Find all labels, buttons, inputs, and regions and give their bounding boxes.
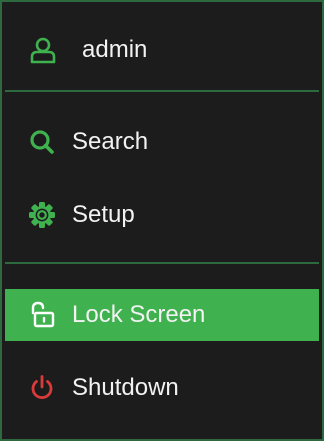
- username-label: admin: [82, 36, 148, 63]
- search-icon: [28, 128, 56, 156]
- menu-item-setup[interactable]: Setup: [5, 190, 319, 240]
- menu-divider: [5, 90, 319, 92]
- menu-divider: [5, 262, 319, 264]
- menu-item-label: Shutdown: [72, 374, 179, 401]
- menu-item-label: Lock Screen: [72, 301, 206, 328]
- user-icon: [29, 36, 57, 64]
- menu-item-lock-screen[interactable]: Lock Screen: [5, 289, 319, 341]
- context-menu: admin Search Setup Lock Screen Shutdown: [0, 0, 324, 441]
- menu-item-shutdown[interactable]: Shutdown: [5, 363, 319, 413]
- menu-item-label: Setup: [72, 201, 135, 228]
- unlock-icon: [28, 301, 56, 329]
- power-icon: [28, 374, 56, 402]
- user-account-item[interactable]: admin: [5, 25, 319, 75]
- menu-item-label: Search: [72, 128, 149, 155]
- menu-item-search[interactable]: Search: [5, 117, 319, 167]
- gear-icon: [28, 201, 56, 229]
